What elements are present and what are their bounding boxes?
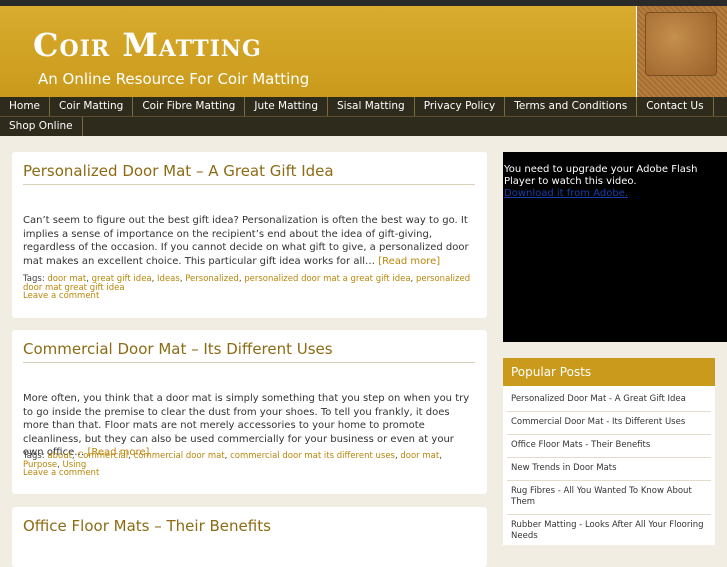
popular-post-divider <box>507 457 711 458</box>
flash-message-text: You need to upgrade your Adobe Flash Pla… <box>504 164 698 187</box>
nav-item-contact-us[interactable]: Contact Us <box>637 97 714 116</box>
nav-item-coir-matting[interactable]: Coir Matting <box>50 97 134 116</box>
flash-video-player[interactable]: You need to upgrade your Adobe Flash Pla… <box>503 152 727 342</box>
post-title[interactable]: Commercial Door Mat – Its Different Uses <box>23 340 333 358</box>
leave-comment-link[interactable]: Leave a comment <box>23 291 99 301</box>
popular-post-link[interactable]: Office Floor Mats - Their Benefits <box>511 440 711 451</box>
post-tags: Tags: door mat, great gift idea, Ideas, … <box>23 274 471 301</box>
tag-link[interactable]: Ideas <box>157 274 180 284</box>
post-card: Commercial Door Mat – Its Different Uses… <box>12 330 487 494</box>
adobe-download-link[interactable]: Download it from Adobe. <box>504 188 628 199</box>
nav-item-shop-online[interactable]: Shop Online <box>0 117 83 136</box>
popular-post-link[interactable]: Rubber Matting - Looks After All Your Fl… <box>511 520 711 542</box>
popular-post-divider <box>507 514 711 515</box>
popular-post-link[interactable]: Rug Fibres - All You Wanted To Know Abou… <box>511 486 711 508</box>
nav-item-terms-and-conditions[interactable]: Terms and Conditions <box>505 97 638 116</box>
popular-post-divider <box>507 434 711 435</box>
popular-post-link[interactable]: Commercial Door Mat - Its Different Uses <box>511 417 711 428</box>
site-title[interactable]: Coir Matting <box>33 26 262 64</box>
post-title[interactable]: Personalized Door Mat – A Great Gift Ide… <box>23 162 334 180</box>
title-divider <box>23 184 475 185</box>
main-navigation: Home Coir Matting Coir Fibre Matting Jute M… <box>0 97 727 136</box>
nav-item-sisal-matting[interactable]: Sisal Matting <box>328 97 415 116</box>
post-card: Office Floor Mats – Their Benefits <box>12 507 487 567</box>
post-excerpt: Can’t seem to figure out the best gift i… <box>23 214 475 268</box>
read-more-link[interactable]: [Read more] <box>378 256 440 267</box>
nav-item-coir-fibre-matting[interactable]: Coir Fibre Matting <box>133 97 246 116</box>
flash-upgrade-message: You need to upgrade your Adobe Flash Pla… <box>504 164 726 200</box>
coir-mat-header-image <box>636 6 727 97</box>
nav-item-privacy-policy[interactable]: Privacy Policy <box>414 97 506 116</box>
post-card: Personalized Door Mat – A Great Gift Ide… <box>12 152 487 318</box>
post-title[interactable]: Office Floor Mats – Their Benefits <box>23 517 271 535</box>
tag-link[interactable]: Personalized <box>185 274 239 284</box>
leave-comment-link[interactable]: Leave a comment <box>23 468 99 478</box>
nav-divider <box>0 116 727 117</box>
popular-posts-widget: Popular Posts Personalized Door Mat - A … <box>503 358 715 545</box>
popular-post-link[interactable]: New Trends in Door Mats <box>511 463 711 474</box>
nav-item-jute-matting[interactable]: Jute Matting <box>245 97 328 116</box>
site-tagline: An Online Resource For Coir Matting <box>38 70 310 88</box>
nav-row-primary: Home Coir Matting Coir Fibre Matting Jute M… <box>0 97 714 116</box>
post-excerpt: More often, you think that a door mat is… <box>23 392 475 460</box>
tag-link[interactable]: personalized door mat a great gift idea <box>244 274 410 284</box>
popular-post-link[interactable]: Personalized Door Mat - A Great Gift Ide… <box>511 394 711 405</box>
popular-posts-heading: Popular Posts <box>503 358 715 386</box>
post-tags: Tags: about, Commercial, commercial door… <box>23 451 442 478</box>
nav-item-home[interactable]: Home <box>0 97 51 116</box>
tag-link[interactable]: commercial door mat <box>134 451 225 461</box>
title-divider <box>23 362 475 363</box>
popular-post-divider <box>507 411 711 412</box>
tag-link[interactable]: door mat <box>400 451 439 461</box>
nav-row-secondary: Shop Online <box>0 117 83 136</box>
tag-link[interactable]: commercial door mat its different uses <box>230 451 395 461</box>
popular-post-divider <box>507 480 711 481</box>
site-header: Coir Matting An Online Resource For Coir… <box>0 6 727 97</box>
